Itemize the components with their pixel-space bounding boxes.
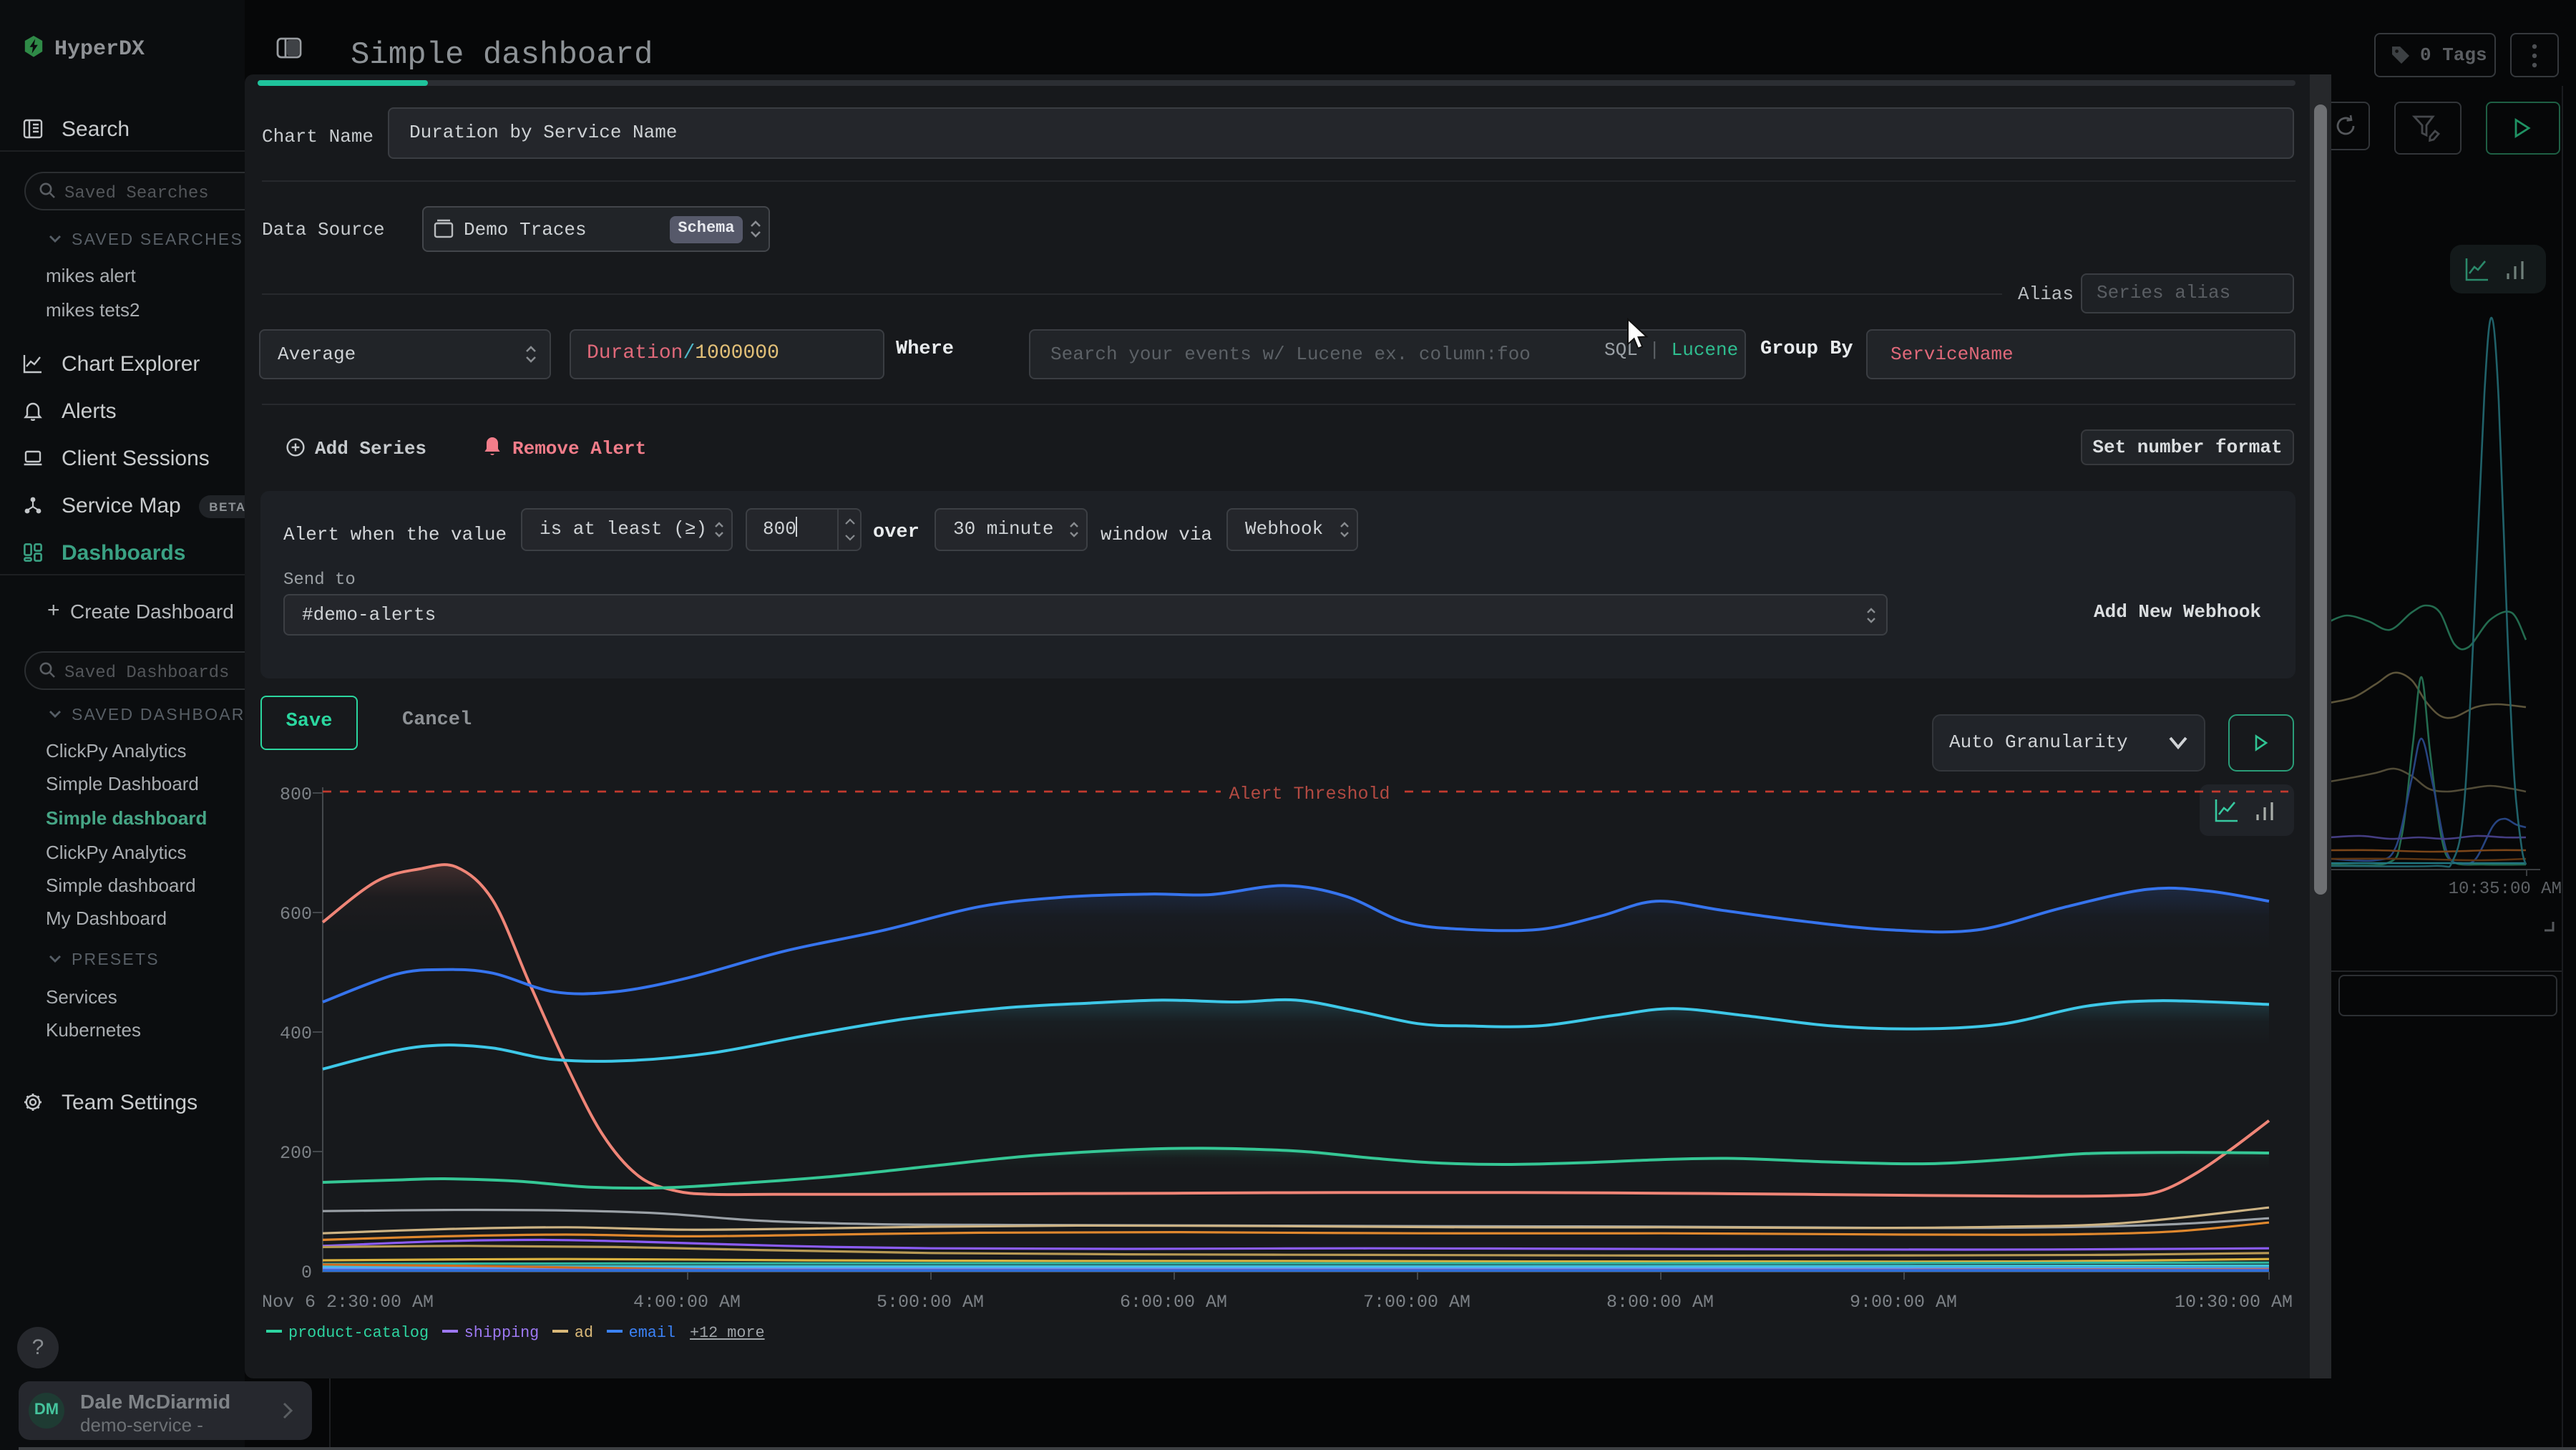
svg-text:8:00:00 AM: 8:00:00 AM bbox=[1606, 1292, 1714, 1313]
svg-text:600: 600 bbox=[280, 904, 312, 925]
svg-text:4:00:00 AM: 4:00:00 AM bbox=[633, 1292, 741, 1313]
svg-text:6:00:00 AM: 6:00:00 AM bbox=[1120, 1292, 1227, 1313]
svg-text:5:00:00 AM: 5:00:00 AM bbox=[877, 1292, 984, 1313]
svg-text:Alert Threshold: Alert Threshold bbox=[1229, 784, 1390, 804]
svg-text:Nov 6 2:30:00 AM: Nov 6 2:30:00 AM bbox=[262, 1292, 434, 1313]
svg-text:400: 400 bbox=[280, 1023, 312, 1044]
svg-text:10:30:00 AM: 10:30:00 AM bbox=[2175, 1292, 2293, 1313]
svg-text:800: 800 bbox=[280, 784, 312, 805]
svg-text:9:00:00 AM: 9:00:00 AM bbox=[1850, 1292, 1957, 1313]
svg-text:7:00:00 AM: 7:00:00 AM bbox=[1363, 1292, 1470, 1313]
svg-text:200: 200 bbox=[280, 1143, 312, 1164]
svg-text:0: 0 bbox=[301, 1262, 312, 1283]
